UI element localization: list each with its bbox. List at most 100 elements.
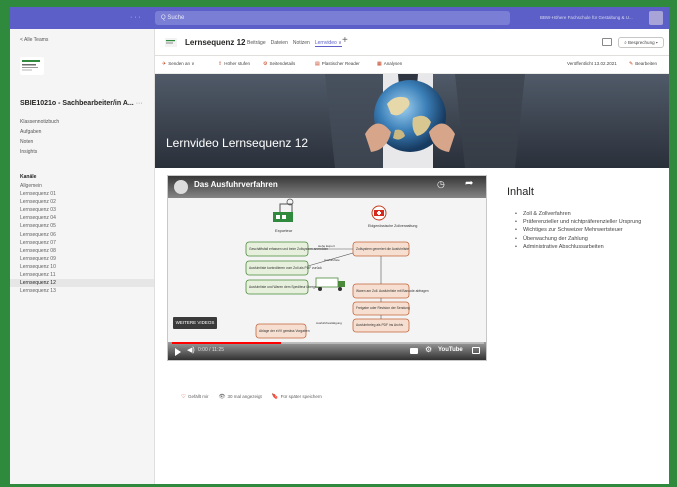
sidebar-item-channel[interactable]: Lernsequenz 10 <box>10 263 154 271</box>
sidebar-item-grades[interactable]: Noten <box>20 139 33 145</box>
team-name-text: SBIE1021o - Sachbearbeiter/in A... <box>20 100 134 107</box>
promote-button[interactable]: ⇧ Höher stufen <box>218 61 250 67</box>
channel-header: Lernsequenz 12 Beiträge Dateien Notizen … <box>155 29 669 56</box>
time-display: 0:00 / 11:25 <box>198 347 225 353</box>
box7-text: Ausfuhrbeleg als PDF ins Archiv <box>356 323 403 327</box>
progress-bar[interactable] <box>172 342 484 344</box>
sidebar: < Alle Teams SBIE1021o - Sachbearbeiter/… <box>10 29 155 484</box>
sidebar-item-channel[interactable]: Lernsequenz 04 <box>10 214 154 222</box>
reader-icon: ▤ <box>315 61 320 67</box>
eye-icon: 👁 <box>218 394 226 400</box>
sidebar-item-channel[interactable]: Lernsequenz 01 <box>10 190 154 198</box>
meet-button[interactable]: ⌕ Besprechung ▾ <box>618 37 664 48</box>
team-more-icon[interactable]: ··· <box>136 100 143 107</box>
top-bar: · · · Q Suche BBW-Höhere Fachschule für … <box>10 7 669 29</box>
customs-label: Eidgenössische Zollverwaltung <box>368 224 417 228</box>
tab-files[interactable]: Dateien <box>271 40 288 47</box>
watch-later-icon[interactable]: ◷ <box>437 179 445 190</box>
video-player[interactable]: Exporteur Eidgenössische Zollverwaltung … <box>167 175 487 361</box>
send-to-label: Senden an ∨ <box>168 61 195 66</box>
save-for-later-label: Für später speichern <box>280 394 322 399</box>
content-list-item: Präferenzieller und nichtpräferenzieller… <box>515 218 665 226</box>
sidebar-item-insights[interactable]: Insights <box>20 149 37 155</box>
label-import: siehe Export <box>318 244 335 248</box>
box8-text: Ablage der eVV gemäss Vorgaben <box>259 329 310 333</box>
sidebar-item-notebook[interactable]: Klassennotizbuch <box>20 119 59 125</box>
channel-title: Lernsequenz 12 <box>185 38 246 47</box>
analytics-label: Analysen <box>383 61 403 66</box>
channel-logo-icon <box>174 180 188 194</box>
sidebar-item-channel[interactable]: Lernsequenz 03 <box>10 206 154 214</box>
settings-icon[interactable]: ⚙ <box>425 345 432 354</box>
content-list: Zoll & ZollverfahrenPräferenzieller und … <box>515 210 665 251</box>
promote-icon: ⇧ <box>218 61 223 67</box>
hero-banner: Lernvideo Lernsequenz 12 <box>155 74 669 168</box>
youtube-logo[interactable]: YouTube <box>438 347 463 353</box>
sidebar-item-channel[interactable]: Lernsequenz 08 <box>10 247 154 255</box>
promote-label: Höher stufen <box>224 61 250 66</box>
channel-tabs: Beiträge Dateien Notizen Lernvideo ∨ <box>247 40 342 47</box>
exporter-label: Exporteur <box>275 228 293 233</box>
page-reactions: ♡ Gefällt mir 👁 30 mal angezeigt 🔖 Für spät… <box>181 394 322 400</box>
screen-icon[interactable] <box>602 38 612 46</box>
share-icon[interactable]: ➦ <box>465 178 473 189</box>
swiss-customs-icon <box>371 205 387 221</box>
more-options-icon[interactable]: · · · <box>130 7 141 29</box>
team-name[interactable]: SBIE1021o - Sachbearbeiter/in A... ··· <box>20 100 150 107</box>
tab-lernvideo[interactable]: Lernvideo ∨ <box>314 40 342 47</box>
fullscreen-icon[interactable] <box>472 347 480 354</box>
tab-notes[interactable]: Notizen <box>293 40 310 47</box>
page-title: Lernvideo Lernsequenz 12 <box>166 136 309 150</box>
content-list-item: Zoll & Zollverfahren <box>515 210 665 218</box>
teams-window: · · · Q Suche BBW-Höhere Fachschule für … <box>10 7 669 484</box>
edit-button[interactable]: ✎ Bearbeiten <box>629 61 657 67</box>
sidebar-item-channel[interactable]: Lernsequenz 02 <box>10 198 154 206</box>
analytics-button[interactable]: ▦ Analysen <box>377 61 402 67</box>
avatar[interactable] <box>649 11 663 25</box>
sidebar-item-channel[interactable]: Lernsequenz 12 <box>10 279 154 288</box>
captions-icon[interactable] <box>410 348 418 354</box>
thumbs-up-icon: ♡ <box>181 394 186 400</box>
page-details-label: Seitendetails <box>269 61 296 66</box>
published-date: Veröffentlicht 13.02.2021 <box>567 61 617 66</box>
box4-text: Zollsystem generiert die Ausfuhrliste <box>356 247 409 251</box>
more-videos-button[interactable]: WEITERE VIDEOS <box>173 317 217 329</box>
page-details-button[interactable]: ⚙ Seitendetails <box>263 61 295 67</box>
hero-image <box>155 74 669 168</box>
view-count-label: 30 mal angezeigt <box>227 394 262 399</box>
sidebar-item-channel[interactable]: Lernsequenz 05 <box>10 222 154 230</box>
sidebar-item-channel[interactable]: Allgemein <box>10 182 154 190</box>
tab-lernvideo-label: Lernvideo <box>314 40 337 46</box>
pencil-icon: ✎ <box>629 61 634 67</box>
label-list: Ausfuhrliste <box>324 258 340 262</box>
box5-text: Waren am Zoll. Ausfuhrliste mit Barcode … <box>356 289 429 293</box>
content-list-item: Überwachung der Zahlung <box>515 235 665 243</box>
sidebar-item-channel[interactable]: Lernsequenz 09 <box>10 255 154 263</box>
like-button[interactable]: ♡ Gefällt mir <box>181 394 208 400</box>
bookmark-icon: 🔖 <box>271 394 279 400</box>
content-heading: Inhalt <box>507 186 534 198</box>
content-list-item: Administrative Abschlussarbeiten <box>515 243 665 251</box>
like-label: Gefällt mir <box>187 394 209 399</box>
send-icon: ✈ <box>162 61 167 67</box>
immersive-reader-button[interactable]: ▤ Plastischer Reader <box>315 61 360 67</box>
tab-posts[interactable]: Beiträge <box>247 40 266 47</box>
sidebar-item-channel[interactable]: Lernsequenz 11 <box>10 271 154 279</box>
search-input[interactable]: Q Suche <box>155 11 510 25</box>
video-title[interactable]: Das Ausfuhrverfahren <box>194 180 278 189</box>
sidebar-item-channel[interactable]: Lernsequenz 13 <box>10 287 154 295</box>
save-for-later-button[interactable]: 🔖 Für später speichern <box>272 394 322 400</box>
team-logo <box>20 57 44 75</box>
play-icon[interactable] <box>175 348 181 356</box>
channel-avatar-icon <box>165 38 177 47</box>
sidebar-item-channel[interactable]: Lernsequenz 06 <box>10 231 154 239</box>
sidebar-item-channel[interactable]: Lernsequenz 07 <box>10 239 154 247</box>
all-teams-link[interactable]: < Alle Teams <box>20 37 48 43</box>
label-receipt: Ausfuhrbestätigung <box>316 321 342 325</box>
immersive-reader-label: Plastischer Reader <box>321 61 360 66</box>
volume-icon[interactable]: ◀) <box>187 346 195 354</box>
sidebar-item-assignments[interactable]: Aufgaben <box>20 129 41 135</box>
send-to-button[interactable]: ✈ Senden an ∨ <box>162 61 195 67</box>
channel-list: Allgemein Lernsequenz 01 Lernsequenz 02 Ler… <box>10 182 154 295</box>
add-tab-button[interactable]: + <box>342 35 348 46</box>
